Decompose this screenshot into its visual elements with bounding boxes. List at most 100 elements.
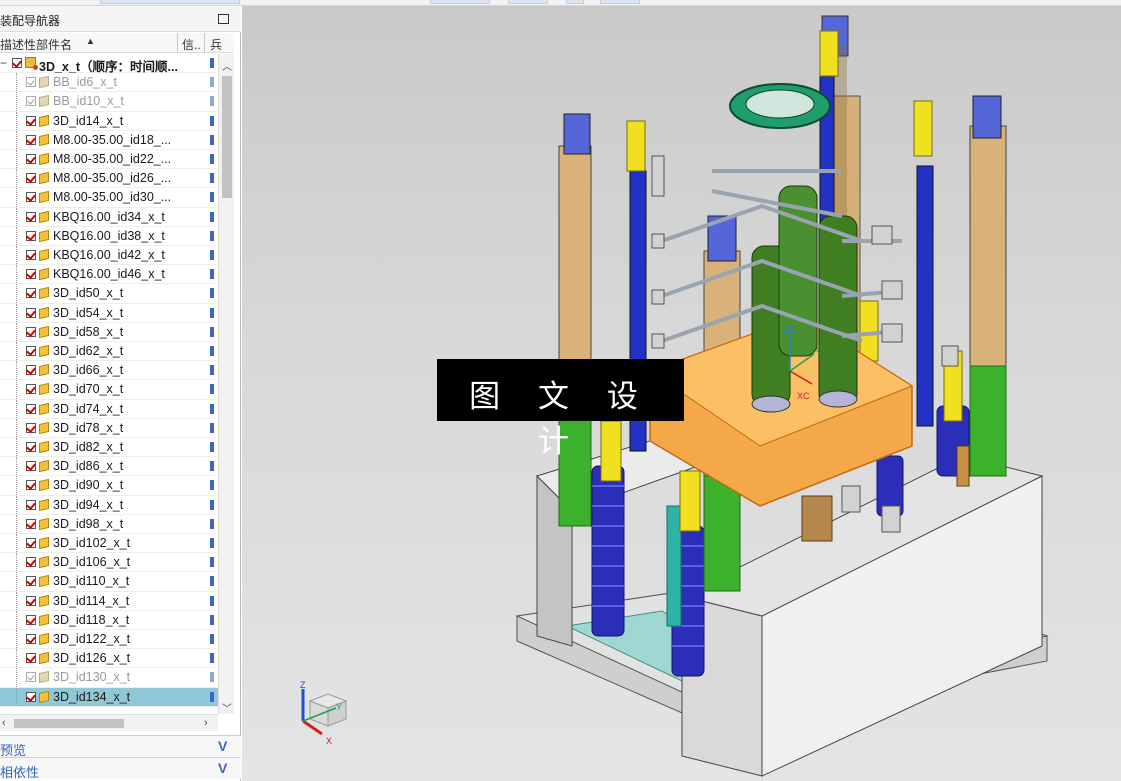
visibility-checkbox[interactable] [26, 192, 36, 203]
maximize-icon[interactable] [218, 14, 229, 24]
tree-node[interactable]: M8.00-35.00_id26_... [0, 169, 218, 189]
tree-node[interactable]: M8.00-35.00_id30_... [0, 188, 218, 208]
visibility-checkbox[interactable] [26, 134, 36, 145]
tree-vertical-scrollbar[interactable]: ︿ ﹀ [218, 54, 234, 715]
tree-node[interactable]: KBQ16.00_id42_x_t [0, 246, 218, 266]
visibility-checkbox[interactable] [26, 77, 36, 88]
visibility-checkbox[interactable] [26, 576, 36, 587]
visibility-checkbox[interactable] [26, 480, 36, 491]
tree-node[interactable]: 3D_id118_x_t [0, 610, 218, 630]
tree-node[interactable]: M8.00-35.00_id22_... [0, 150, 218, 170]
chevron-down-icon[interactable]: V [218, 760, 227, 776]
visibility-checkbox[interactable] [26, 307, 36, 318]
visibility-checkbox[interactable] [26, 346, 36, 356]
tree-node[interactable]: 3D_id58_x_t [0, 322, 218, 342]
column-extra-header[interactable]: 兵 [210, 36, 222, 53]
visibility-checkbox[interactable] [26, 403, 36, 414]
tree-node[interactable]: 3D_id74_x_t [0, 399, 218, 419]
tree-guide-line [16, 610, 17, 629]
visibility-checkbox[interactable] [26, 538, 36, 548]
scroll-up-icon[interactable]: ︿ [222, 58, 232, 73]
visibility-checkbox[interactable] [26, 211, 36, 222]
visibility-checkbox[interactable] [26, 384, 36, 395]
tree-node[interactable]: 3D_id130_x_t [0, 668, 218, 688]
tree-node[interactable]: 3D_id82_x_t [0, 438, 218, 458]
scroll-left-icon[interactable]: ‹ [2, 717, 6, 729]
collapse-icon[interactable]: − [0, 56, 7, 70]
scroll-thumb[interactable] [14, 719, 124, 728]
tree-node[interactable]: 3D_id94_x_t [0, 495, 218, 515]
visibility-checkbox[interactable] [26, 96, 36, 107]
tree-node[interactable]: M8.00-35.00_id18_... [0, 130, 218, 150]
tree-horizontal-scrollbar[interactable]: ‹ › [0, 714, 218, 731]
scroll-right-icon[interactable]: › [204, 717, 208, 729]
toolbar-button[interactable] [600, 0, 640, 4]
tree-node[interactable]: 3D_id90_x_t [0, 476, 218, 496]
visibility-checkbox[interactable] [26, 634, 36, 644]
visibility-checkbox[interactable] [26, 269, 36, 280]
toolbar-button[interactable] [508, 0, 548, 4]
core-base [751, 395, 791, 413]
visibility-checkbox[interactable] [26, 422, 36, 433]
visibility-checkbox[interactable] [26, 365, 36, 376]
column-divider[interactable] [177, 33, 178, 53]
dependencies-panel[interactable]: 相依性 V [0, 757, 241, 780]
tree-node-label: 3D_id78_x_t [53, 420, 124, 435]
preview-panel[interactable]: 预览 V [0, 735, 241, 758]
tree-node[interactable]: 3D_id122_x_t [0, 630, 218, 650]
toolbar-button[interactable] [566, 0, 584, 4]
tree-root-node[interactable]: − 3D_x_t（顺序：时间顺... [0, 54, 218, 74]
visibility-checkbox[interactable] [26, 154, 36, 164]
tree-node[interactable]: 3D_id134_x_t [0, 687, 218, 707]
visibility-checkbox[interactable] [26, 250, 36, 260]
column-divider[interactable] [204, 33, 205, 53]
tree-node[interactable]: 3D_id70_x_t [0, 380, 218, 400]
tree-node[interactable]: 3D_id114_x_t [0, 591, 218, 611]
scroll-down-icon[interactable]: ﹀ [222, 700, 232, 715]
tree-node[interactable]: KBQ16.00_id38_x_t [0, 226, 218, 246]
visibility-checkbox[interactable] [26, 653, 36, 664]
column-name-header[interactable]: 描述性部件名 [0, 36, 72, 53]
tree-node[interactable]: 3D_id86_x_t [0, 457, 218, 477]
tree-node[interactable]: BB_id10_x_t [0, 92, 218, 112]
column-info-header[interactable]: 信.. [182, 36, 201, 53]
graphics-window[interactable]: XC YC ZC Z X Y 图 文 设 计 [242, 6, 1121, 781]
visibility-checkbox[interactable] [12, 58, 22, 68]
chevron-down-icon[interactable]: V [218, 738, 227, 754]
toolbar-button[interactable] [430, 0, 490, 4]
visibility-checkbox[interactable] [26, 230, 36, 241]
visibility-checkbox[interactable] [26, 288, 36, 299]
visibility-checkbox[interactable] [26, 115, 36, 126]
tree-node[interactable]: 3D_id102_x_t [0, 534, 218, 554]
scroll-thumb[interactable] [222, 76, 232, 198]
visibility-checkbox[interactable] [26, 672, 36, 683]
visibility-checkbox[interactable] [26, 518, 36, 529]
visibility-checkbox[interactable] [26, 326, 36, 337]
sort-ascending-icon[interactable]: ▲ [86, 36, 95, 46]
tree-guide-line [16, 457, 17, 476]
visibility-checkbox[interactable] [26, 614, 36, 625]
visibility-checkbox[interactable] [26, 557, 36, 568]
visibility-checkbox[interactable] [26, 595, 36, 606]
visibility-checkbox[interactable] [26, 461, 36, 472]
visibility-checkbox[interactable] [26, 173, 36, 184]
visibility-checkbox[interactable] [26, 499, 36, 510]
tree-node[interactable]: 3D_id78_x_t [0, 418, 218, 438]
tree-node[interactable]: 3D_id54_x_t [0, 303, 218, 323]
tree-node[interactable]: 3D_id50_x_t [0, 284, 218, 304]
tree-node[interactable]: 3D_id66_x_t [0, 361, 218, 381]
toolbar-button[interactable] [100, 0, 240, 4]
visibility-checkbox[interactable] [26, 442, 36, 452]
tree-node[interactable]: 3D_id14_x_t [0, 111, 218, 131]
tree-node[interactable]: BB_id6_x_t [0, 73, 218, 93]
tree-node[interactable]: 3D_id98_x_t [0, 514, 218, 534]
tree-node[interactable]: 3D_id110_x_t [0, 572, 218, 592]
tree-node-label: 3D_id86_x_t [53, 459, 124, 474]
tree-node[interactable]: KBQ16.00_id34_x_t [0, 207, 218, 227]
visibility-checkbox[interactable] [26, 691, 36, 702]
tree-node[interactable]: KBQ16.00_id46_x_t [0, 265, 218, 285]
info-marker-icon [210, 346, 214, 356]
tree-node[interactable]: 3D_id126_x_t [0, 649, 218, 669]
tree-node[interactable]: 3D_id106_x_t [0, 553, 218, 573]
tree-node[interactable]: 3D_id62_x_t [0, 342, 218, 362]
